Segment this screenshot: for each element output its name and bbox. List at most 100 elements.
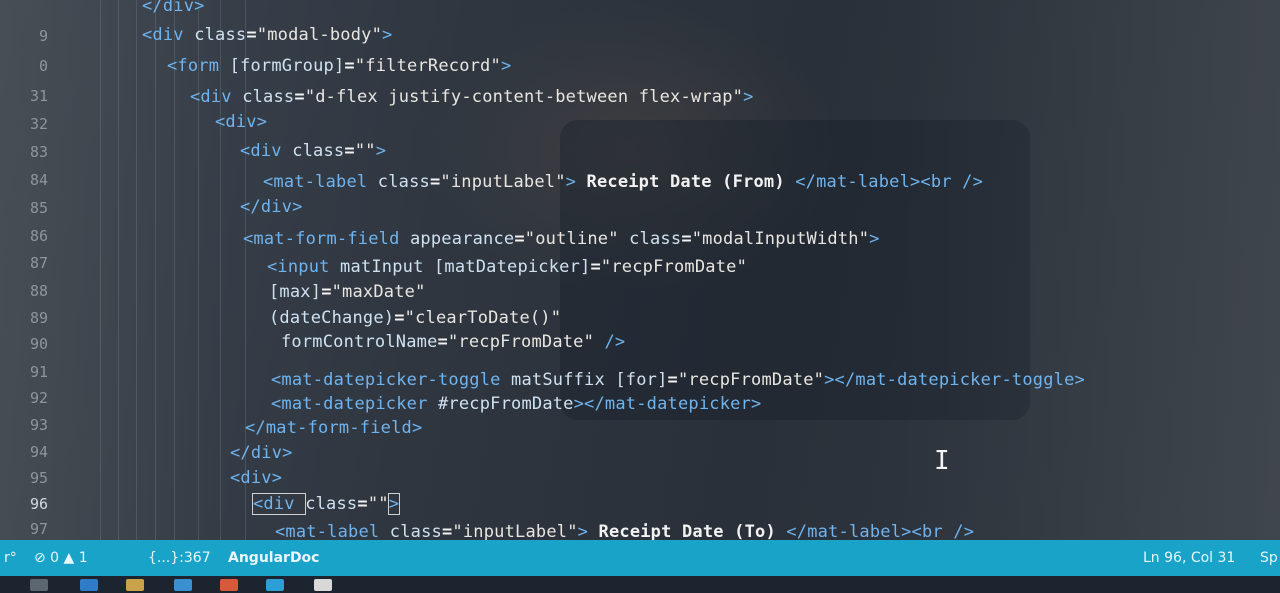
code-token: <mat-datepicker-toggle — [271, 370, 512, 390]
code-token: <mat-label — [275, 522, 390, 540]
code-token: <mat-label — [263, 172, 378, 192]
code-line[interactable]: <input matInput [matDatepicker]="recpFro… — [267, 257, 747, 277]
indent-guide-line — [136, 0, 137, 540]
code-token: <div> — [230, 468, 283, 488]
line-number: 97 — [29, 520, 48, 538]
code-token: = — [681, 229, 692, 249]
code-token: > — [577, 522, 589, 540]
code-token: formControlName — [281, 332, 438, 352]
code-token: <div — [240, 141, 293, 161]
code-line[interactable]: <mat-form-field appearance="outline" cla… — [243, 229, 880, 249]
code-token: <form — [167, 56, 230, 76]
line-number: 31 — [29, 87, 48, 105]
line-number: 94 — [29, 443, 48, 461]
status-bar: r° ⊘ 0 ▲ 1 {...}:367 AngularDoc Ln 96, C… — [0, 540, 1280, 576]
code-token: <div — [190, 87, 243, 107]
code-line[interactable]: <div class=""> — [240, 141, 386, 161]
taskbar-app-icon[interactable] — [80, 579, 98, 591]
bracket-info[interactable]: {...}:367 — [148, 550, 211, 566]
code-token: (dateChange) — [269, 308, 395, 328]
indent-guide-line — [174, 0, 175, 540]
code-token: = — [667, 370, 678, 390]
code-token: class — [629, 229, 682, 249]
code-line[interactable]: <div> — [215, 112, 267, 132]
code-token: "modalInputWidth" — [691, 229, 870, 249]
code-token: appearance — [409, 229, 515, 249]
code-line[interactable]: <div> — [230, 468, 282, 488]
code-line[interactable]: (dateChange)="clearToDate()" — [269, 308, 561, 328]
code-token: <mat-datepicker — [271, 394, 438, 414]
indentation-setting[interactable]: Sp — [1260, 550, 1278, 566]
code-token: <div — [142, 25, 195, 45]
code-token: "" — [367, 494, 389, 514]
indent-guide-line — [198, 0, 199, 540]
code-line[interactable]: <div class="modal-body"> — [142, 25, 392, 45]
code-token: <div — [251, 493, 307, 515]
code-token: ></mat-datepicker> — [573, 394, 762, 414]
code-token: = — [441, 522, 453, 540]
indent-guide-line — [118, 0, 119, 540]
code-token: = — [344, 56, 355, 76]
code-token: "clearToDate()" — [404, 308, 562, 328]
code-line[interactable]: <div class=""> — [251, 493, 401, 515]
line-number: 85 — [29, 199, 48, 217]
code-token: class — [305, 494, 358, 514]
line-number: 84 — [29, 171, 48, 189]
code-token: class — [377, 172, 430, 192]
code-line[interactable]: [max]="maxDate" — [269, 282, 426, 302]
code-line[interactable]: </mat-form-field> — [245, 418, 422, 438]
code-token: class — [389, 522, 442, 540]
vscode-icon[interactable] — [266, 579, 284, 591]
problems-indicator[interactable]: ⊘ 0 ▲ 1 — [34, 550, 88, 566]
chrome-icon[interactable] — [220, 579, 238, 591]
code-token: "maxDate" — [331, 282, 426, 302]
cursor-position[interactable]: Ln 96, Col 31 — [1143, 550, 1235, 566]
code-token: = — [514, 229, 525, 249]
screen-reflection — [420, 0, 840, 300]
line-number: 0 — [38, 57, 48, 75]
code-token: </div> — [230, 443, 293, 463]
code-line[interactable]: </div> — [230, 443, 293, 463]
code-token: = — [437, 332, 448, 352]
file-explorer-icon[interactable] — [126, 579, 144, 591]
code-token: = — [590, 257, 601, 277]
line-number: 87 — [29, 254, 48, 272]
language-mode[interactable]: AngularDoc — [228, 550, 319, 566]
code-token: > — [500, 56, 512, 76]
code-line[interactable]: <form [formGroup]="filterRecord"> — [167, 56, 511, 76]
code-token: Receipt Date (To) — [588, 522, 787, 540]
code-token: = — [294, 87, 305, 107]
code-token: = — [429, 172, 441, 192]
code-token: "filterRecord" — [354, 56, 501, 76]
code-token: > — [375, 141, 387, 161]
code-line[interactable]: formControlName="recpFromDate" /> — [281, 332, 625, 352]
code-token: = — [344, 141, 355, 161]
code-line[interactable]: </div> — [240, 197, 303, 217]
code-line[interactable]: <mat-label class="inputLabel"> Receipt D… — [263, 172, 983, 192]
start-menu-icon[interactable] — [30, 579, 48, 591]
line-number: 96 — [29, 495, 48, 513]
code-token: class — [194, 25, 247, 45]
code-token: = — [394, 308, 405, 328]
code-token: > — [387, 493, 401, 515]
code-editor[interactable]: 9 0 31 32 83 84 85 86 87 88 89 90 91 92 93 94 95 96 97 </d… — [0, 0, 1280, 540]
indent-guide-line — [100, 0, 101, 540]
code-line[interactable]: <mat-label class="inputLabel"> Receipt D… — [275, 522, 974, 540]
code-token: matInput [matDatepicker] — [340, 257, 591, 277]
browser-icon[interactable] — [174, 579, 192, 591]
code-token: </mat-label><br /> — [795, 172, 984, 192]
taskbar-app-icon-2[interactable] — [314, 579, 332, 591]
code-line[interactable]: <mat-datepicker-toggle matSuffix [for]="… — [271, 370, 1085, 390]
code-token: "recpFromDate" — [600, 257, 748, 277]
code-token: class — [292, 141, 345, 161]
code-token: </div> — [240, 197, 303, 217]
code-token: > — [869, 229, 880, 249]
line-number: 93 — [29, 416, 48, 434]
code-token: #recpFromDate — [437, 394, 574, 414]
code-line[interactable]: <div class="d-flex justify-content-betwe… — [190, 87, 754, 107]
code-line[interactable]: </div> — [142, 0, 205, 16]
code-token: > — [743, 87, 754, 107]
indent-guide-line — [220, 0, 221, 540]
code-line[interactable]: <mat-datepicker #recpFromDate></mat-date… — [271, 394, 761, 414]
code-token: "inputLabel" — [440, 172, 566, 192]
